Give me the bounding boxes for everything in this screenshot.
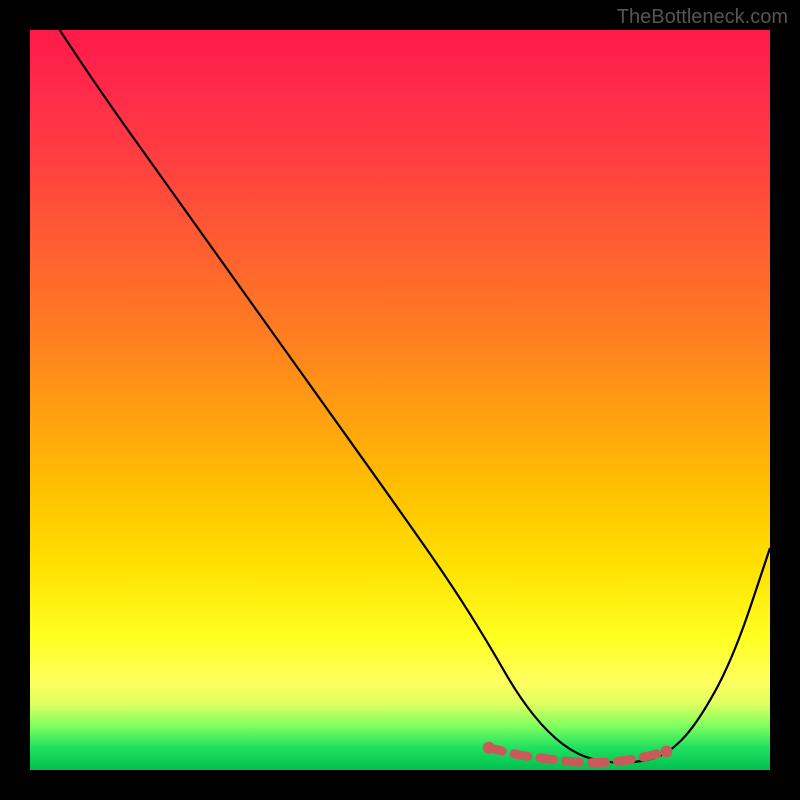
bottleneck-curve xyxy=(60,30,770,763)
chart-svg xyxy=(30,30,770,770)
marker-end-dot xyxy=(660,746,672,758)
marker-end-dot xyxy=(483,742,495,754)
watermark-text: TheBottleneck.com xyxy=(617,6,788,29)
